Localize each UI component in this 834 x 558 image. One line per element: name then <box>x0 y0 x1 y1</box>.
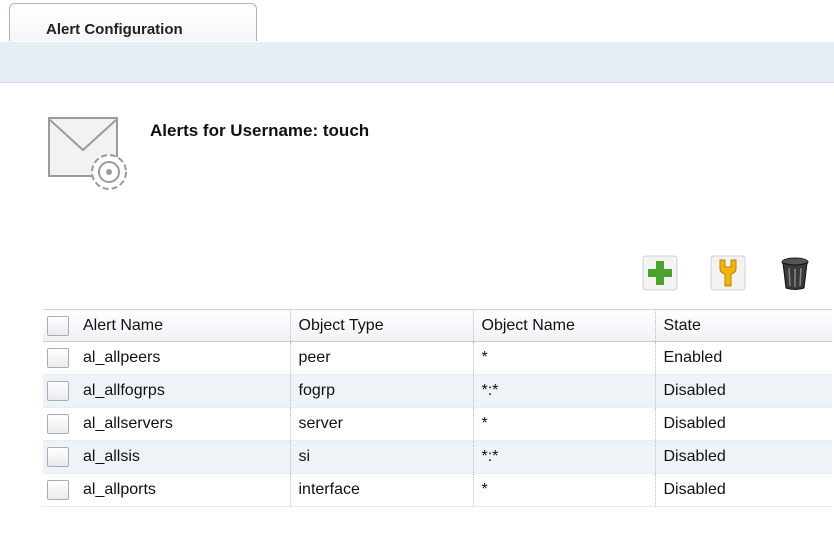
row-checkbox[interactable] <box>47 414 69 434</box>
tab-header-band <box>0 42 834 83</box>
row-checkbox-cell <box>43 473 75 507</box>
table-row[interactable]: al_allservers server * Disabled <box>43 407 832 441</box>
row-checkbox[interactable] <box>47 348 69 368</box>
column-header-alert-name[interactable]: Alert Name <box>75 309 290 342</box>
state-cell: Disabled <box>654 440 832 474</box>
object-type-cell: interface <box>289 473 473 507</box>
alert-name-cell: al_allpeers <box>75 341 290 375</box>
plus-icon <box>642 255 678 291</box>
tab-bar: Alert Configuration <box>0 0 834 43</box>
edit-alert-button[interactable] <box>710 255 746 291</box>
table-row[interactable]: al_allports interface * Disabled <box>43 473 832 507</box>
row-checkbox-cell <box>43 407 75 441</box>
trash-icon <box>781 257 809 290</box>
alerts-table: Alert Name Object Type Object Name State… <box>43 309 832 507</box>
add-alert-button[interactable] <box>642 255 678 291</box>
row-checkbox-cell <box>43 440 75 474</box>
object-name-cell: * <box>472 341 655 375</box>
wrench-icon <box>710 255 746 291</box>
page-title: Alerts for Username: touch <box>150 121 370 140</box>
delete-alert-button[interactable] <box>777 255 813 291</box>
column-header-state[interactable]: State <box>654 309 832 342</box>
table-row[interactable]: al_allsis si *:* Disabled <box>43 440 832 474</box>
table-row[interactable]: al_allfogrps fogrp *:* Disabled <box>43 374 832 408</box>
state-cell: Disabled <box>654 473 832 507</box>
mail-settings-icon <box>47 112 131 201</box>
column-header-object-type[interactable]: Object Type <box>289 309 473 342</box>
table-row[interactable]: al_allpeers peer * Enabled <box>43 341 832 375</box>
select-all-cell <box>43 309 75 342</box>
object-name-cell: *:* <box>472 374 655 408</box>
state-cell: Disabled <box>654 374 832 408</box>
alert-name-cell: al_allports <box>75 473 290 507</box>
column-header-object-name[interactable]: Object Name <box>472 309 655 342</box>
object-type-cell: si <box>289 440 473 474</box>
object-name-cell: * <box>472 407 655 441</box>
object-name-cell: * <box>472 473 655 507</box>
select-all-checkbox[interactable] <box>47 315 69 336</box>
row-checkbox-cell <box>43 341 75 375</box>
row-checkbox[interactable] <box>47 381 69 401</box>
object-type-cell: fogrp <box>289 374 473 408</box>
row-checkbox[interactable] <box>47 447 69 467</box>
row-checkbox-cell <box>43 374 75 408</box>
alert-name-cell: al_allsis <box>75 440 290 474</box>
object-type-cell: server <box>289 407 473 441</box>
state-cell: Enabled <box>654 341 832 375</box>
table-header-row: Alert Name Object Type Object Name State <box>43 309 832 342</box>
row-checkbox[interactable] <box>47 480 69 500</box>
tab-alert-configuration[interactable]: Alert Configuration <box>9 3 257 41</box>
object-type-cell: peer <box>289 341 473 375</box>
object-name-cell: *:* <box>472 440 655 474</box>
state-cell: Disabled <box>654 407 832 441</box>
alert-name-cell: al_allfogrps <box>75 374 290 408</box>
alert-name-cell: al_allservers <box>75 407 290 441</box>
